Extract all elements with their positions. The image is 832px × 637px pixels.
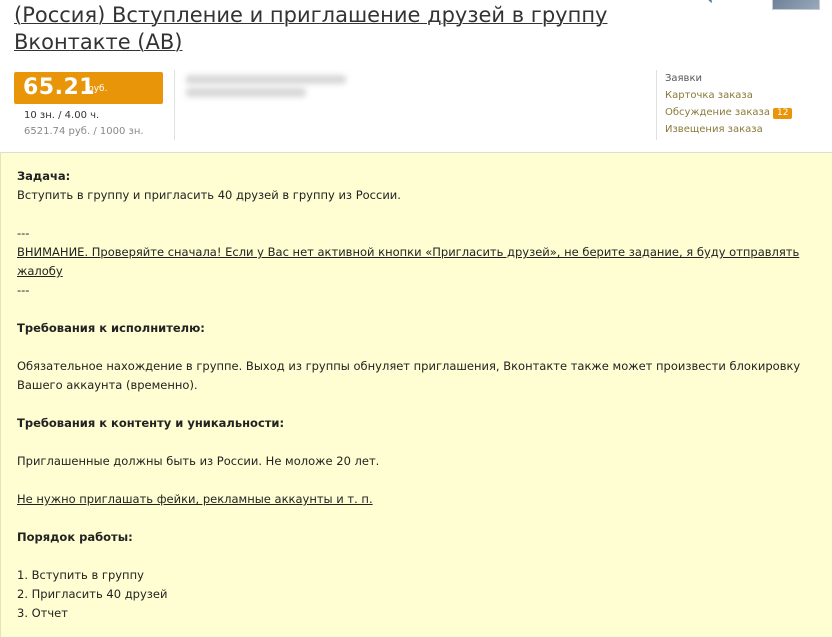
price-currency: руб. — [88, 84, 108, 94]
executor-requirements-text: Обязательное нахождение в группе. Выход … — [17, 359, 801, 392]
price-value: 65.21 — [23, 75, 96, 100]
title-line-2: Вконтакте (АВ) — [14, 30, 183, 54]
task-panel: Задача: Вступить в группу и пригласить 4… — [0, 153, 832, 637]
no-fakes-text: Не нужно приглашать фейки, рекламные акк… — [17, 492, 373, 506]
order-links: Заявки Карточка заказа Обсуждение заказа… — [665, 70, 793, 138]
separator: --- — [17, 226, 30, 240]
work-step: 3. Отчет — [17, 606, 68, 620]
price-rate: 10 зн. / 4.00 ч. — [24, 110, 100, 121]
work-order-heading: Порядок работы: — [17, 530, 133, 544]
work-step: 2. Пригласить 40 друзей — [17, 587, 168, 601]
link-discussion[interactable]: Обсуждение заказа 12 — [665, 104, 793, 121]
redacted-customer-info — [186, 71, 366, 107]
divider — [656, 70, 657, 140]
divider — [174, 70, 175, 140]
executor-requirements-heading: Требования к исполнителю: — [17, 321, 205, 335]
order-summary: 65.21 руб. 10 зн. / 4.00 ч. 6521.74 руб.… — [0, 62, 832, 153]
separator: --- — [17, 283, 30, 297]
notification-icon[interactable]: ◥ — [704, 0, 714, 5]
link-discussion-label[interactable]: Обсуждение заказа — [665, 107, 770, 118]
link-notifications[interactable]: Извещения заказа — [665, 121, 792, 138]
task-heading: Задача: — [17, 169, 71, 183]
discussion-count-badge: 12 — [772, 108, 793, 119]
task-text: Вступить в группу и пригласить 40 друзей… — [17, 188, 401, 202]
price-badge: 65.21 руб. — [14, 72, 163, 104]
avatar[interactable] — [772, 0, 820, 10]
page-title: (Россия) Вступление и приглашение друзей… — [14, 2, 634, 56]
warning-text: ВНИМАНИЕ. Проверяйте сначала! Если у Вас… — [17, 245, 800, 278]
price-total: 6521.74 руб. / 1000 зн. — [24, 126, 144, 137]
content-requirements-heading: Требования к контенту и уникальности: — [17, 416, 285, 430]
work-step: 1. Вступить в группу — [17, 568, 144, 582]
content-requirements-text: Приглашенные должны быть из России. Не м… — [17, 454, 380, 468]
link-applications[interactable]: Заявки — [665, 70, 792, 87]
link-order-card[interactable]: Карточка заказа — [665, 87, 792, 104]
title-line-1: (Россия) Вступление и приглашение друзей… — [14, 3, 608, 27]
task-description: Задача: Вступить в группу и пригласить 4… — [17, 167, 807, 623]
